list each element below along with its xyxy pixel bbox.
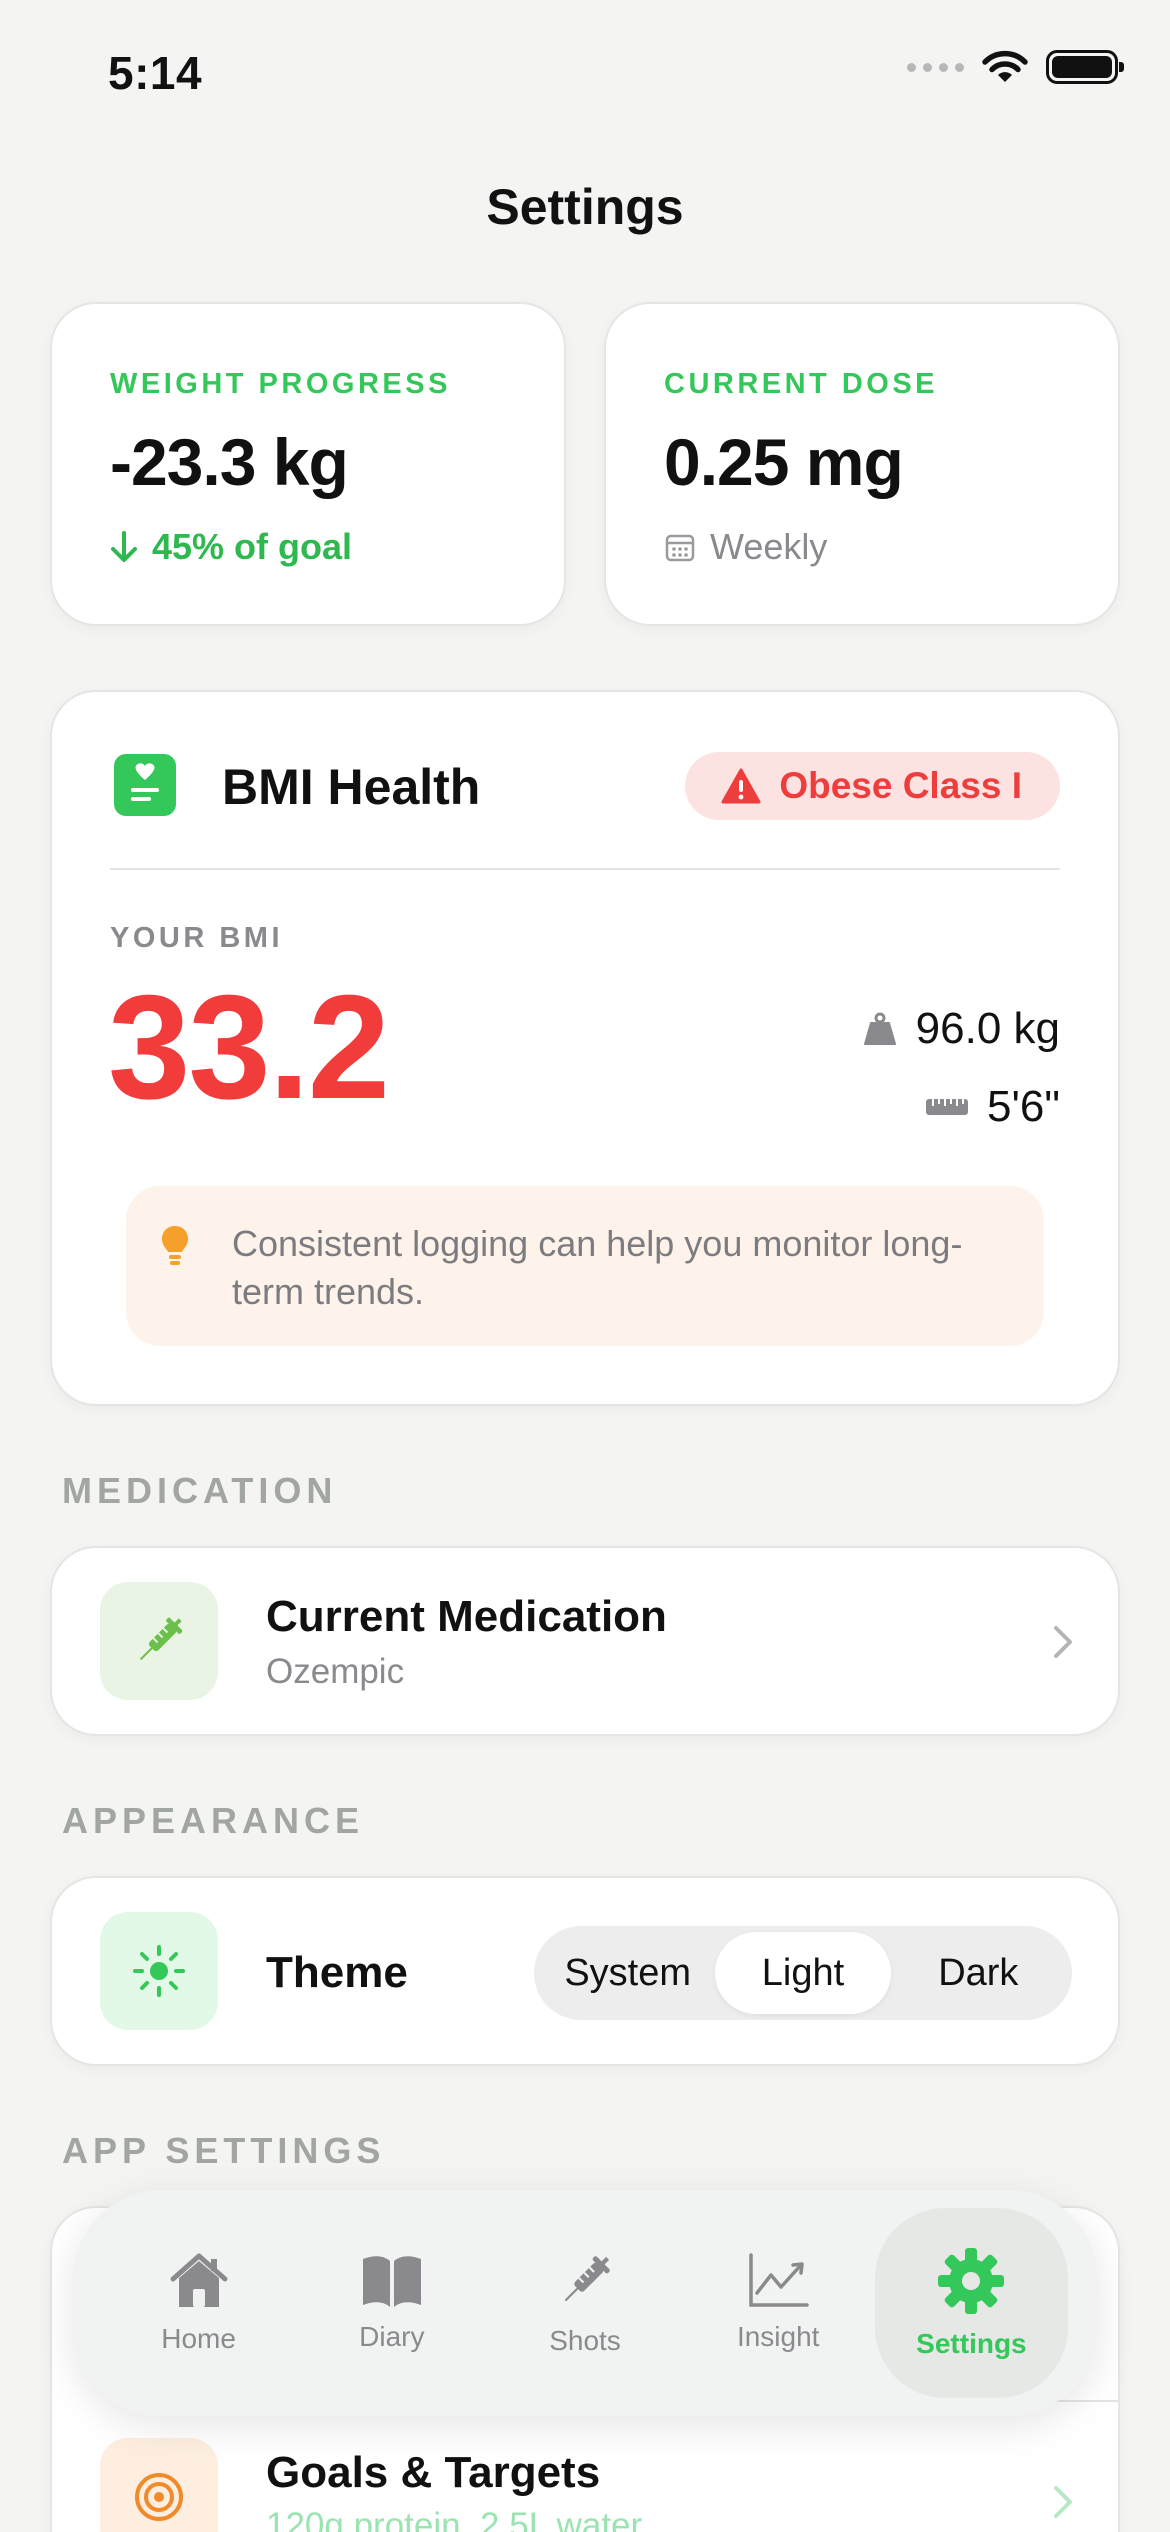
bmi-category-text: Obese Class I	[779, 765, 1022, 806]
height-metric: 5'6"	[925, 1082, 1060, 1132]
tab-home-label: Home	[161, 2323, 236, 2354]
chart-icon	[749, 2253, 809, 2307]
theme-option-dark[interactable]: Dark	[891, 1932, 1066, 2014]
tab-insight[interactable]: Insight	[682, 2208, 875, 2398]
divider	[110, 868, 1060, 870]
theme-title: Theme	[266, 1948, 408, 1997]
sun-icon	[133, 1945, 185, 1997]
battery-icon	[1046, 50, 1124, 84]
status-time: 5:14	[108, 47, 203, 99]
current-dose-value: 0.25 mg	[664, 425, 904, 499]
weight-metric: 96.0 kg	[862, 1004, 1060, 1054]
section-header-medication: MEDICATION	[62, 1470, 338, 1511]
your-bmi-label: YOUR BMI	[110, 922, 283, 954]
medication-name: Ozempic	[266, 1652, 405, 1691]
bmi-health-card: BMI Health Obese Class I YOUR BMI 33.2 9…	[50, 690, 1120, 1406]
tab-settings[interactable]: Settings	[874, 2208, 1069, 2398]
syringe-icon	[139, 1617, 183, 1661]
tab-shots[interactable]: Shots	[488, 2208, 681, 2398]
tip-text: Consistent logging can help you monitor …	[232, 1223, 963, 1312]
theme-segmented-control: System Light Dark	[534, 1926, 1072, 2020]
chevron-right-icon	[1054, 1626, 1072, 1658]
weight-progress-subtitle: 45% of goal	[110, 526, 352, 568]
calendar-icon	[665, 534, 695, 562]
theme-row: Theme System Light Dark	[50, 1876, 1120, 2066]
section-header-app-settings: APP SETTINGS	[62, 2130, 386, 2171]
current-dose-card[interactable]: CURRENT DOSE 0.25 mg Weekly	[604, 302, 1120, 626]
tab-home[interactable]: Home	[102, 2208, 295, 2398]
health-report-icon	[114, 754, 176, 816]
chevron-right-icon	[1054, 2486, 1072, 2518]
theme-icon-tile	[100, 1912, 218, 2030]
dose-frequency-text: Weekly	[710, 526, 828, 567]
current-medication-row[interactable]: Current Medication Ozempic	[50, 1546, 1120, 1736]
wifi-icon	[982, 50, 1028, 82]
page-title: Settings	[486, 179, 684, 235]
medication-title: Current Medication	[266, 1592, 667, 1641]
cellular-signal-icon	[907, 62, 964, 72]
target-icon	[135, 2473, 183, 2521]
tab-diary[interactable]: Diary	[295, 2208, 488, 2398]
section-header-appearance: APPEARANCE	[62, 1800, 365, 1841]
ruler-icon	[926, 1099, 969, 1115]
dose-frequency: Weekly	[664, 526, 827, 568]
settings-screen: 5:14 Settings WEIGHT PROGRESS -23.3 kg 4…	[0, 0, 1170, 2532]
gear-icon	[938, 2248, 1005, 2314]
tip-callout: Consistent logging can help you monitor …	[126, 1186, 1044, 1346]
house-icon	[170, 2253, 228, 2307]
current-dose-label: CURRENT DOSE	[664, 368, 939, 400]
arrow-down-icon	[111, 531, 137, 562]
weight-icon	[863, 1012, 896, 1045]
tab-shots-label: Shots	[549, 2325, 621, 2356]
goal-percent-text: 45% of goal	[152, 526, 353, 567]
tab-insight-label: Insight	[736, 2321, 820, 2352]
theme-option-system[interactable]: System	[540, 1932, 715, 2014]
goals-targets-row[interactable]: Goals & Targets 120g protein, 2.5L water	[52, 2402, 1118, 2532]
tab-bar: Home Diary Shots Insight Settings	[72, 2190, 1098, 2416]
weight-progress-value: -23.3 kg	[110, 425, 349, 499]
goals-title: Goals & Targets	[266, 2448, 601, 2497]
medication-icon-tile	[100, 1582, 218, 1700]
theme-option-light[interactable]: Light	[715, 1932, 891, 2014]
syringe-icon	[564, 2256, 610, 2302]
warning-icon	[721, 768, 761, 804]
lightbulb-icon	[162, 1226, 188, 1265]
tab-settings-label: Settings	[916, 2328, 1027, 2359]
goals-subtitle: 120g protein, 2.5L water	[266, 2506, 643, 2532]
status-icons	[907, 50, 1124, 84]
goals-icon-tile	[100, 2438, 218, 2532]
bmi-category-badge: Obese Class I	[685, 752, 1060, 820]
bmi-card-title: BMI Health	[222, 759, 481, 815]
bmi-value: 33.2	[108, 965, 390, 1130]
weight-value: 96.0 kg	[915, 1004, 1060, 1053]
weight-progress-card[interactable]: WEIGHT PROGRESS -23.3 kg 45% of goal	[50, 302, 566, 626]
tab-diary-label: Diary	[359, 2321, 425, 2352]
height-value: 5'6"	[987, 1082, 1060, 1131]
weight-progress-label: WEIGHT PROGRESS	[110, 368, 451, 400]
book-icon	[362, 2256, 421, 2307]
